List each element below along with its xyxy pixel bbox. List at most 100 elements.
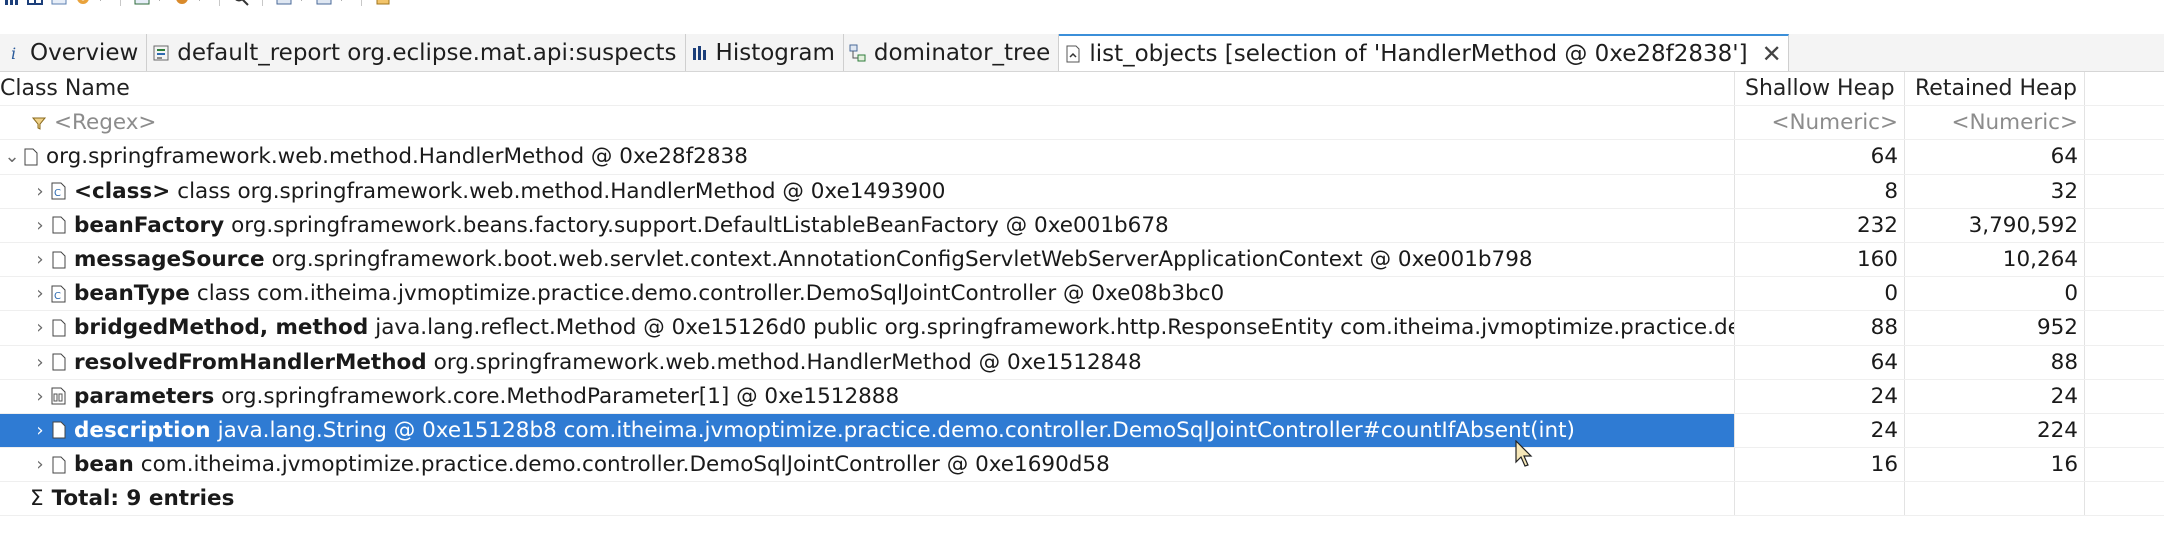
object-icon — [50, 454, 68, 476]
class-name-cell: › C <class> class org.springframework.web.m… — [0, 174, 1735, 208]
retained-heap-cell: 0 — [1905, 277, 2085, 311]
table-row[interactable]: › beanFactory org.springframework.beans.fa… — [0, 208, 2164, 243]
filter-icon — [30, 112, 48, 134]
shallow-heap-cell: 8 — [1735, 174, 1905, 208]
table-icon[interactable] — [26, 0, 44, 6]
chevron-right-icon[interactable]: › — [30, 215, 50, 236]
table-row[interactable]: › messageSource org.springframework.boot.w… — [0, 242, 2164, 278]
list-icon — [1063, 44, 1083, 64]
export-icon[interactable] — [173, 0, 191, 6]
object-icon — [50, 214, 68, 236]
layout-icon[interactable] — [275, 0, 293, 6]
table-row[interactable]: › CbeanType class com.itheima.jvmoptimize.… — [0, 277, 2164, 312]
class-name-cell: › resolvedFromHandlerMethod org.springfram… — [0, 345, 1735, 379]
table-row[interactable]: › bridgedMethod, method java.lang.reflect.… — [0, 311, 2164, 346]
query-icon[interactable] — [50, 0, 68, 6]
report-icon[interactable] — [133, 0, 151, 6]
chevron-right-icon[interactable]: › — [30, 317, 50, 338]
tab-dominator-tree[interactable]: dominator_tree — [844, 34, 1060, 71]
export-icon[interactable] — [374, 0, 392, 6]
tab-list-objects[interactable]: list_objects [selection of 'HandlerMetho… — [1059, 34, 1789, 71]
class-name-cell: › bean com.itheima.jvmoptimize.practice.de… — [0, 448, 1735, 482]
shallow-heap-cell: 24 — [1735, 413, 1905, 448]
regex-filter-cell[interactable]: <Regex> — [0, 106, 1735, 140]
field-name: bean — [74, 452, 134, 478]
filter-row: <Regex> <Numeric> <Numeric> — [0, 106, 2164, 141]
chevron-right-icon[interactable]: › — [30, 352, 50, 373]
chevron-down-icon[interactable]: ▾ — [299, 0, 309, 4]
gear-icon[interactable] — [74, 0, 92, 6]
table-row[interactable]: › description java.lang.String @ 0xe15128b… — [0, 413, 2164, 449]
retained-heap-cell: 88 — [1905, 345, 2085, 379]
chevron-right-icon[interactable]: › — [30, 181, 50, 202]
row-text: java.lang.String @ 0xe15128b8 com.itheim… — [217, 417, 1575, 443]
chevron-down-icon[interactable]: ▾ — [98, 0, 108, 4]
retained-heap-cell: 24 — [1905, 379, 2085, 413]
table-row-root[interactable]: ⌄ org.springframework.web.method.Handler… — [0, 140, 2164, 175]
toolbar-separator — [361, 0, 362, 6]
chevron-right-icon[interactable]: › — [30, 283, 50, 304]
tab-overview[interactable]: i Overview — [0, 34, 148, 71]
column-header-shallow-heap[interactable]: Shallow Heap — [1735, 72, 1905, 106]
chevron-down-icon[interactable]: ▾ — [197, 0, 207, 4]
total-row: Σ Total: 9 entries — [0, 482, 2164, 517]
tab-label: list_objects [selection of 'HandlerMetho… — [1089, 40, 1748, 67]
chevron-down-icon[interactable]: ▾ — [157, 0, 167, 4]
shallow-heap-cell: 160 — [1735, 242, 1905, 277]
field-name: parameters — [74, 383, 215, 409]
chevron-down-icon[interactable]: ▾ — [339, 0, 349, 4]
total-label: Total: 9 entries — [51, 486, 235, 512]
shallow-filter-cell[interactable]: <Numeric> — [1735, 106, 1905, 140]
close-icon[interactable]: ✕ — [1762, 40, 1782, 68]
chevron-right-icon[interactable]: › — [30, 249, 50, 270]
retained-filter-cell[interactable]: <Numeric> — [1905, 106, 2085, 140]
row-text: org.springframework.web.method.HandlerMe… — [433, 349, 1142, 375]
chevron-right-icon[interactable]: › — [30, 420, 50, 441]
column-filler — [2085, 140, 2164, 173]
object-icon — [50, 351, 68, 373]
table-header: Class Name Shallow Heap Retained Heap — [0, 72, 2164, 107]
row-text: class com.itheima.jvmoptimize.practice.d… — [196, 281, 1225, 307]
field-name: <class> — [74, 178, 171, 204]
retained-heap-cell: 64 — [1905, 140, 2085, 174]
column-filler — [2085, 175, 2164, 208]
column-header-class-name[interactable]: Class Name — [0, 72, 1735, 106]
search-icon[interactable] — [232, 0, 250, 6]
column-header-retained-heap[interactable]: Retained Heap — [1905, 72, 2085, 106]
object-icon — [50, 419, 68, 441]
tab-histogram[interactable]: Histogram — [686, 34, 844, 71]
table-row[interactable]: › parameters org.springframework.core.Meth… — [0, 379, 2164, 414]
toolbar-separator — [262, 0, 263, 6]
array-icon — [50, 385, 68, 407]
toolbar-separator — [219, 0, 220, 6]
tab-label: Histogram — [715, 39, 835, 66]
shallow-heap-cell — [1735, 482, 1905, 516]
field-name: beanType — [74, 281, 190, 307]
column-filler — [2085, 482, 2164, 515]
chevron-down-icon[interactable]: ⌄ — [2, 146, 22, 167]
table-row[interactable]: › resolvedFromHandlerMethod org.springfram… — [0, 345, 2164, 380]
editor-tabs: i Overview default_report org.eclipse.ma… — [0, 34, 2164, 72]
table-row[interactable]: › C <class> class org.springframework.web.m… — [0, 174, 2164, 209]
svg-text:C: C — [54, 291, 61, 302]
chevron-right-icon[interactable]: › — [30, 454, 50, 475]
column-filler — [2085, 277, 2164, 310]
histogram-icon — [690, 43, 710, 63]
image-icon[interactable] — [315, 0, 333, 6]
shallow-heap-cell: 232 — [1735, 208, 1905, 242]
bar-chart-icon[interactable] — [2, 0, 20, 6]
column-filler — [2085, 346, 2164, 379]
class-name-cell: › parameters org.springframework.core.Meth… — [0, 379, 1735, 413]
shallow-heap-cell: 64 — [1735, 140, 1905, 174]
shallow-heap-cell: 64 — [1735, 345, 1905, 379]
retained-heap-cell: 16 — [1905, 448, 2085, 482]
column-filler — [2085, 448, 2164, 481]
field-name: description — [74, 417, 211, 443]
shallow-heap-cell: 16 — [1735, 448, 1905, 482]
class-object-icon: C — [50, 283, 68, 305]
chevron-right-icon[interactable]: › — [30, 386, 50, 407]
row-text: java.lang.reflect.Method @ 0xe15126d0 pu… — [375, 315, 1735, 341]
tab-default-report[interactable]: default_report org.eclipse.mat.api:suspe… — [147, 34, 686, 71]
table-row[interactable]: › bean com.itheima.jvmoptimize.practice.de… — [0, 448, 2164, 483]
column-filler — [2085, 72, 2164, 105]
